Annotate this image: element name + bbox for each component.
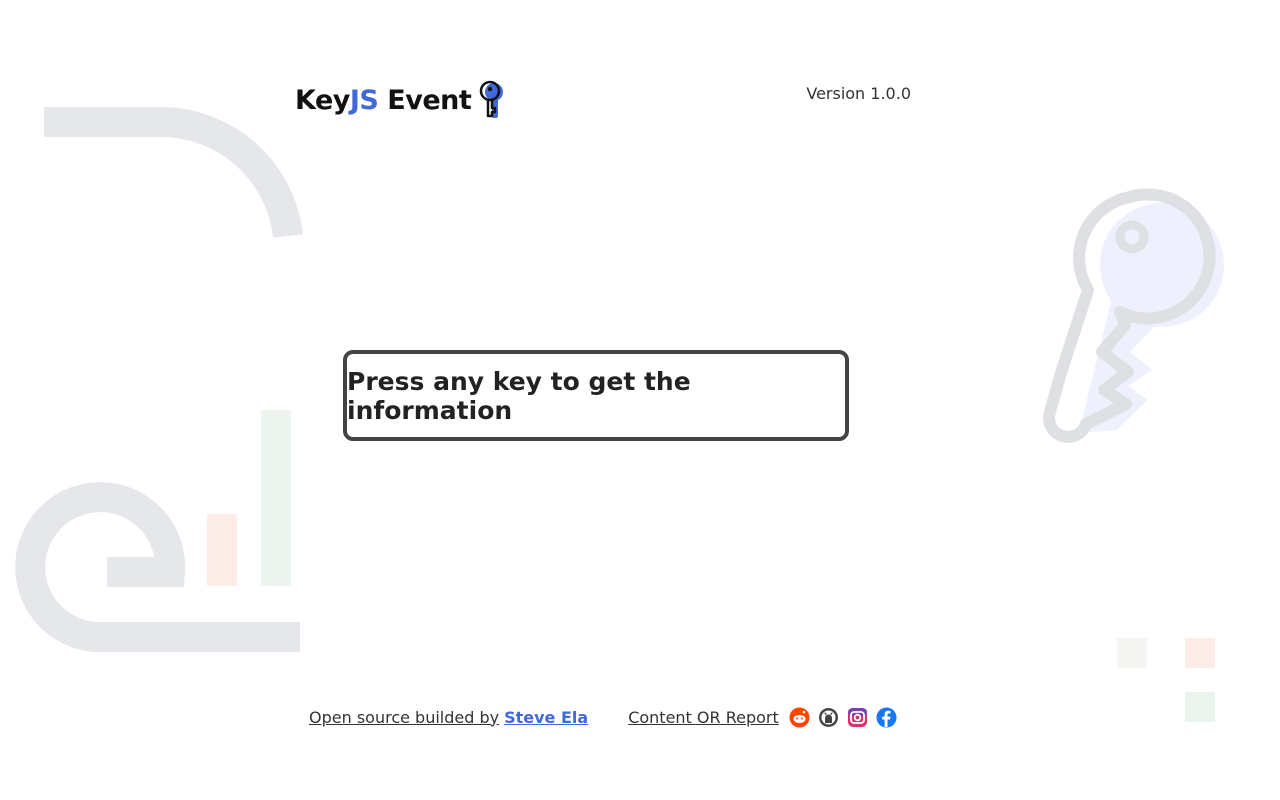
header: KeyJS Event Version 1.0.0 — [295, 76, 911, 126]
report-link[interactable]: Content OR Report — [628, 708, 779, 727]
facebook-icon[interactable] — [876, 707, 897, 728]
background-decoration-left-top — [44, 106, 303, 239]
social-links — [789, 707, 897, 728]
key-prompt-box: Press any key to get the information — [343, 350, 849, 441]
brand-logo[interactable]: KeyJS Event — [295, 80, 505, 120]
brand-title: KeyJS Event — [295, 84, 472, 116]
instagram-icon[interactable] — [847, 707, 868, 728]
github-icon[interactable] — [818, 707, 839, 728]
prompt-text: Press any key to get the information — [347, 366, 691, 425]
key-icon — [479, 80, 505, 120]
background-key-icon — [1043, 188, 1224, 443]
credit-prefix: Open source builded by — [309, 707, 500, 727]
reddit-icon[interactable] — [789, 707, 810, 728]
background-decoration-right-squares — [1117, 638, 1215, 722]
credit-link[interactable]: Open source builded by — [309, 708, 504, 727]
author-link[interactable]: Steve Ela — [504, 708, 588, 727]
background-decoration-left-bottom — [15, 410, 300, 653]
footer: Open source builded by Steve Ela Content… — [309, 702, 909, 732]
version-label: Version 1.0.0 — [806, 84, 911, 103]
